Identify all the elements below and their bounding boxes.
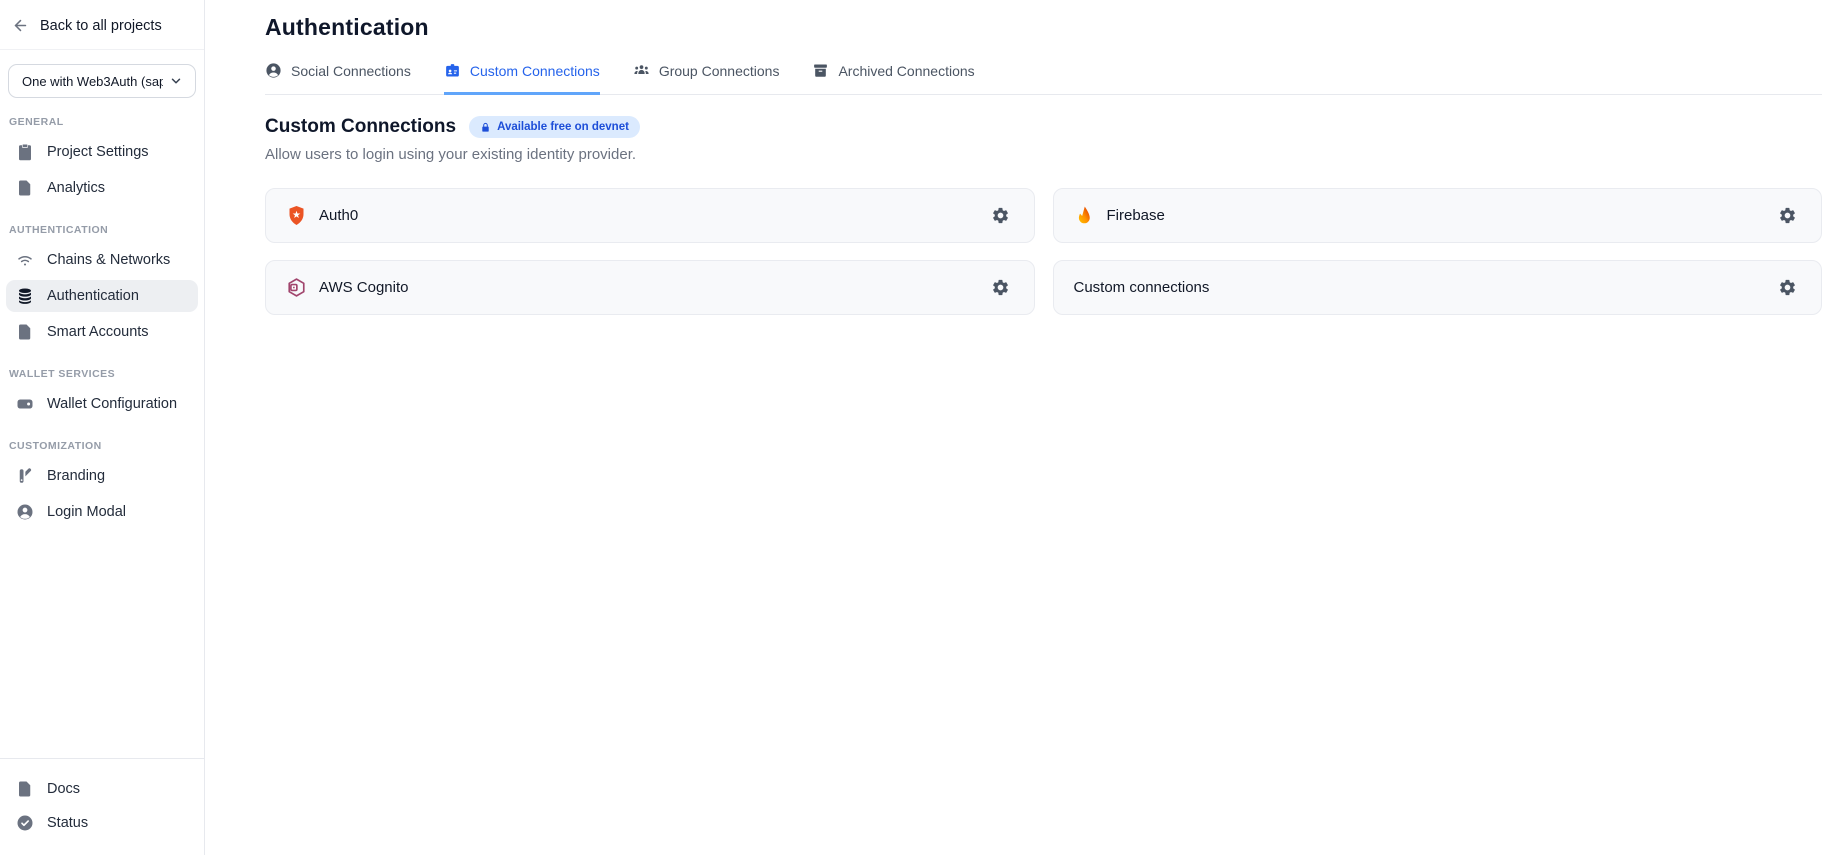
sidebar-header-divider [0, 49, 204, 50]
brush-icon [16, 467, 34, 485]
wallet-icon [16, 395, 34, 413]
sidebar-item-label: Wallet Configuration [47, 396, 177, 412]
tab-label: Custom Connections [470, 63, 600, 79]
card-label: Custom connections [1074, 279, 1210, 296]
sidebar-item-label: Project Settings [47, 144, 149, 160]
id-badge-icon [444, 62, 461, 79]
sidebar-item-branding[interactable]: Branding [6, 460, 198, 492]
gear-icon [991, 278, 1010, 297]
auth0-logo-icon [286, 205, 307, 226]
card-label: AWS Cognito [319, 279, 408, 296]
card-custom-connections[interactable]: Custom connections [1053, 260, 1823, 315]
sidebar-item-wallet-configuration[interactable]: Wallet Configuration [6, 388, 198, 420]
sidebar-item-label: Analytics [47, 180, 105, 196]
devnet-badge: Available free on devnet [469, 116, 640, 138]
sidebar-item-login-modal[interactable]: Login Modal [6, 496, 198, 528]
tab-social-connections[interactable]: Social Connections [265, 62, 411, 95]
sidebar-item-docs[interactable]: Docs [6, 773, 198, 805]
gear-icon [991, 206, 1010, 225]
app-window: Back to all projects One with Web3Auth (… [0, 0, 1840, 855]
tab-label: Archived Connections [838, 63, 974, 79]
wifi-icon [16, 251, 34, 269]
section-subtitle: Allow users to login using your existing… [265, 146, 1822, 163]
badge-label: Available free on devnet [497, 121, 629, 133]
doc-icon [16, 780, 34, 798]
gear-icon [1778, 278, 1797, 297]
project-selector-value: One with Web3Auth (sap [22, 74, 163, 89]
aws-cognito-settings-button[interactable] [987, 274, 1014, 301]
sidebar-item-label: Chains & Networks [47, 252, 170, 268]
firebase-logo-icon [1074, 205, 1095, 226]
check-circle-icon [16, 814, 34, 832]
sidebar-item-label: Authentication [47, 288, 139, 304]
analytics-doc-icon [16, 179, 34, 197]
user-circle-icon [16, 503, 34, 521]
tab-custom-connections[interactable]: Custom Connections [444, 62, 600, 95]
sidebar-item-label: Docs [47, 781, 80, 797]
chevron-down-icon [169, 74, 183, 88]
back-link-label: Back to all projects [40, 18, 162, 34]
custom-connections-settings-button[interactable] [1774, 274, 1801, 301]
lock-icon [480, 122, 491, 133]
database-icon [16, 287, 34, 305]
tab-bar: Social Connections Custom Connections Gr… [265, 62, 1822, 95]
sidebar-item-label: Branding [47, 468, 105, 484]
file-icon [16, 323, 34, 341]
sidebar-item-chains-networks[interactable]: Chains & Networks [6, 244, 198, 276]
card-label: Firebase [1107, 207, 1165, 224]
tab-label: Social Connections [291, 63, 411, 79]
section-label-wallet-services: WALLET SERVICES [0, 350, 204, 386]
sidebar: Back to all projects One with Web3Auth (… [0, 0, 205, 855]
sidebar-item-label: Status [47, 815, 88, 831]
main-content: Authentication Social Connections Custom… [205, 0, 1840, 855]
card-auth0[interactable]: Auth0 [265, 188, 1035, 243]
section-header: Custom Connections Available free on dev… [265, 116, 1822, 138]
back-to-projects-link[interactable]: Back to all projects [0, 0, 204, 49]
sidebar-spacer [0, 530, 204, 758]
section-title: Custom Connections [265, 116, 456, 138]
sidebar-item-smart-accounts[interactable]: Smart Accounts [6, 316, 198, 348]
sidebar-item-analytics[interactable]: Analytics [6, 172, 198, 204]
connection-cards-grid: Auth0 Firebase [265, 188, 1822, 315]
user-circle-icon [265, 62, 282, 79]
card-label: Auth0 [319, 207, 358, 224]
card-aws-cognito[interactable]: AWS Cognito [265, 260, 1035, 315]
users-group-icon [633, 62, 650, 79]
sidebar-item-status[interactable]: Status [6, 807, 198, 839]
gear-icon [1778, 206, 1797, 225]
clipboard-icon [16, 143, 34, 161]
auth0-settings-button[interactable] [987, 202, 1014, 229]
tab-label: Group Connections [659, 63, 780, 79]
card-firebase[interactable]: Firebase [1053, 188, 1823, 243]
tab-group-connections[interactable]: Group Connections [633, 62, 780, 95]
page-title: Authentication [265, 14, 1822, 41]
arrow-left-icon [12, 17, 29, 34]
archive-icon [812, 62, 829, 79]
aws-cognito-logo-icon [286, 277, 307, 298]
section-label-customization: CUSTOMIZATION [0, 422, 204, 458]
sidebar-footer: Docs Status [0, 758, 204, 855]
sidebar-item-label: Login Modal [47, 504, 126, 520]
tab-archived-connections[interactable]: Archived Connections [812, 62, 974, 95]
section-label-general: GENERAL [0, 98, 204, 134]
sidebar-item-label: Smart Accounts [47, 324, 149, 340]
sidebar-item-project-settings[interactable]: Project Settings [6, 136, 198, 168]
firebase-settings-button[interactable] [1774, 202, 1801, 229]
section-label-authentication: AUTHENTICATION [0, 206, 204, 242]
project-selector-dropdown[interactable]: One with Web3Auth (sap [8, 64, 196, 98]
sidebar-item-authentication[interactable]: Authentication [6, 280, 198, 312]
